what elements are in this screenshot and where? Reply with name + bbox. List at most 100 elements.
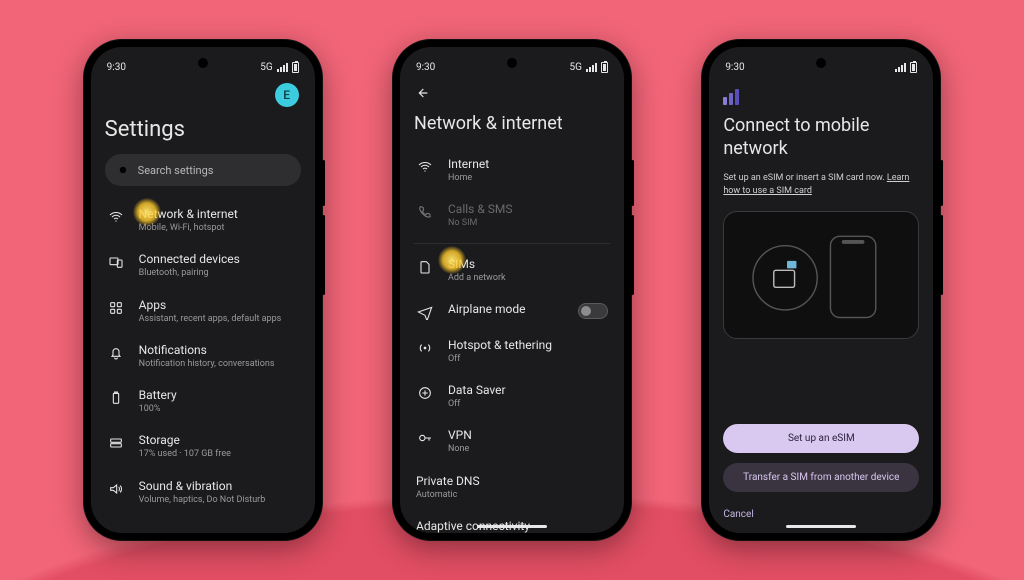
phone-1: 9:30 5G E Settings Search settings Ne (84, 40, 322, 540)
item-title: Sound & vibration (139, 479, 266, 494)
page-title: Network & internet (414, 113, 610, 134)
phone-icon (416, 202, 434, 220)
cancel-button[interactable]: Cancel (723, 509, 753, 520)
bell-icon (107, 343, 125, 361)
item-datasaver[interactable]: Data SaverOff (414, 374, 610, 419)
settings-item-notifications[interactable]: NotificationsNotification history, conve… (105, 334, 301, 379)
network-label: 5G (570, 62, 582, 73)
home-indicator[interactable] (786, 525, 856, 528)
item-private-dns[interactable]: Private DNSAutomatic (414, 465, 610, 510)
settings-item-sound[interactable]: Sound & vibrationVolume, haptics, Do Not… (105, 470, 301, 515)
page-title: Connect to mobile network (723, 115, 919, 160)
item-title: Hotspot & tethering (448, 338, 552, 353)
phone-3: 9:30 Connect to mobile network Set up an… (702, 40, 940, 540)
setup-esim-button[interactable]: Set up an eSIM (723, 424, 919, 453)
item-subtitle: 100% (139, 404, 177, 415)
item-subtitle: Off (448, 399, 506, 410)
battery-icon (107, 388, 125, 406)
phone-2: 9:30 5G Network & internet InternetHome (393, 40, 631, 540)
settings-item-network[interactable]: Network & internetMobile, Wi-Fi, hotspot (105, 198, 301, 243)
item-title: SIMs (448, 257, 506, 272)
item-title: Data Saver (448, 383, 506, 398)
item-sims[interactable]: SIMsAdd a network (414, 248, 610, 293)
item-title: Connected devices (139, 252, 240, 267)
item-airplane[interactable]: Airplane mode (414, 293, 610, 329)
key-icon (416, 428, 434, 446)
item-subtitle: No SIM (448, 218, 513, 229)
item-subtitle: Add a network (448, 273, 506, 284)
camera-notch (198, 58, 208, 68)
camera-notch (816, 58, 826, 68)
settings-item-battery[interactable]: Battery100% (105, 379, 301, 424)
airplane-toggle[interactable] (578, 303, 608, 319)
profile-avatar[interactable]: E (275, 83, 299, 107)
item-subtitle: Automatic (416, 490, 480, 501)
item-subtitle: Notification history, conversations (139, 359, 275, 370)
item-adaptive[interactable]: Adaptive connectivity (414, 510, 610, 533)
signal-bars-icon (723, 89, 919, 105)
item-calls-sms: Calls & SMSNo SIM (414, 193, 610, 238)
clock: 9:30 (725, 62, 744, 73)
screen-3: 9:30 Connect to mobile network Set up an… (709, 47, 933, 533)
signal-icon (277, 63, 288, 72)
item-subtitle: None (448, 444, 472, 455)
transfer-sim-button[interactable]: Transfer a SIM from another device (723, 463, 919, 492)
item-title: Battery (139, 388, 177, 403)
search-icon (117, 164, 130, 177)
wifi-icon (107, 207, 125, 225)
item-title: Network & internet (139, 207, 238, 222)
item-hotspot[interactable]: Hotspot & tetheringOff (414, 329, 610, 374)
hotspot-icon (416, 338, 434, 356)
phones-row: 9:30 5G E Settings Search settings Ne (0, 0, 1024, 580)
item-title: Calls & SMS (448, 202, 513, 217)
sim-icon (416, 257, 434, 275)
settings-item-storage[interactable]: Storage17% used · 107 GB free (105, 424, 301, 469)
item-subtitle: Off (448, 354, 552, 365)
screen-2: 9:30 5G Network & internet InternetHome (400, 47, 624, 533)
item-subtitle: Volume, haptics, Do Not Disturb (139, 495, 266, 506)
datasaver-icon (416, 383, 434, 401)
home-indicator[interactable] (477, 525, 547, 528)
item-vpn[interactable]: VPNNone (414, 419, 610, 464)
item-title: Internet (448, 157, 489, 172)
settings-item-apps[interactable]: AppsAssistant, recent apps, default apps (105, 289, 301, 334)
battery-icon (601, 62, 608, 73)
item-subtitle: Mobile, Wi-Fi, hotspot (139, 223, 238, 234)
screen-1: 9:30 5G E Settings Search settings Ne (91, 47, 315, 533)
wifi-icon (416, 157, 434, 175)
page-title: Settings (105, 117, 301, 142)
item-subtitle: Bluetooth, pairing (139, 268, 240, 279)
item-title: Notifications (139, 343, 275, 358)
signal-icon (586, 63, 597, 72)
body-text: Set up an eSIM or insert a SIM card now.… (723, 172, 919, 197)
network-label: 5G (260, 62, 272, 73)
camera-notch (507, 58, 517, 68)
item-internet[interactable]: InternetHome (414, 148, 610, 193)
sim-illustration (723, 211, 919, 339)
item-subtitle: 17% used · 107 GB free (139, 449, 231, 460)
apps-icon (107, 298, 125, 316)
back-button[interactable] (414, 79, 610, 107)
item-title: Airplane mode (448, 302, 525, 317)
item-title: Private DNS (416, 474, 480, 489)
item-subtitle: Home (448, 173, 489, 184)
divider (414, 243, 610, 244)
back-arrow-icon (414, 85, 430, 101)
settings-item-connected[interactable]: Connected devicesBluetooth, pairing (105, 243, 301, 288)
search-placeholder: Search settings (138, 164, 214, 177)
item-title: Storage (139, 433, 231, 448)
search-input[interactable]: Search settings (105, 154, 301, 186)
storage-icon (107, 433, 125, 451)
item-subtitle: Assistant, recent apps, default apps (139, 314, 282, 325)
clock: 9:30 (416, 62, 435, 73)
clock: 9:30 (107, 62, 126, 73)
body-before: Set up an eSIM or insert a SIM card now. (723, 173, 887, 183)
devices-icon (107, 252, 125, 270)
item-title: VPN (448, 428, 472, 443)
volume-icon (107, 479, 125, 497)
signal-icon (895, 63, 906, 72)
airplane-icon (416, 302, 434, 320)
battery-icon (292, 62, 299, 73)
item-title: Apps (139, 298, 282, 313)
battery-icon (910, 62, 917, 73)
